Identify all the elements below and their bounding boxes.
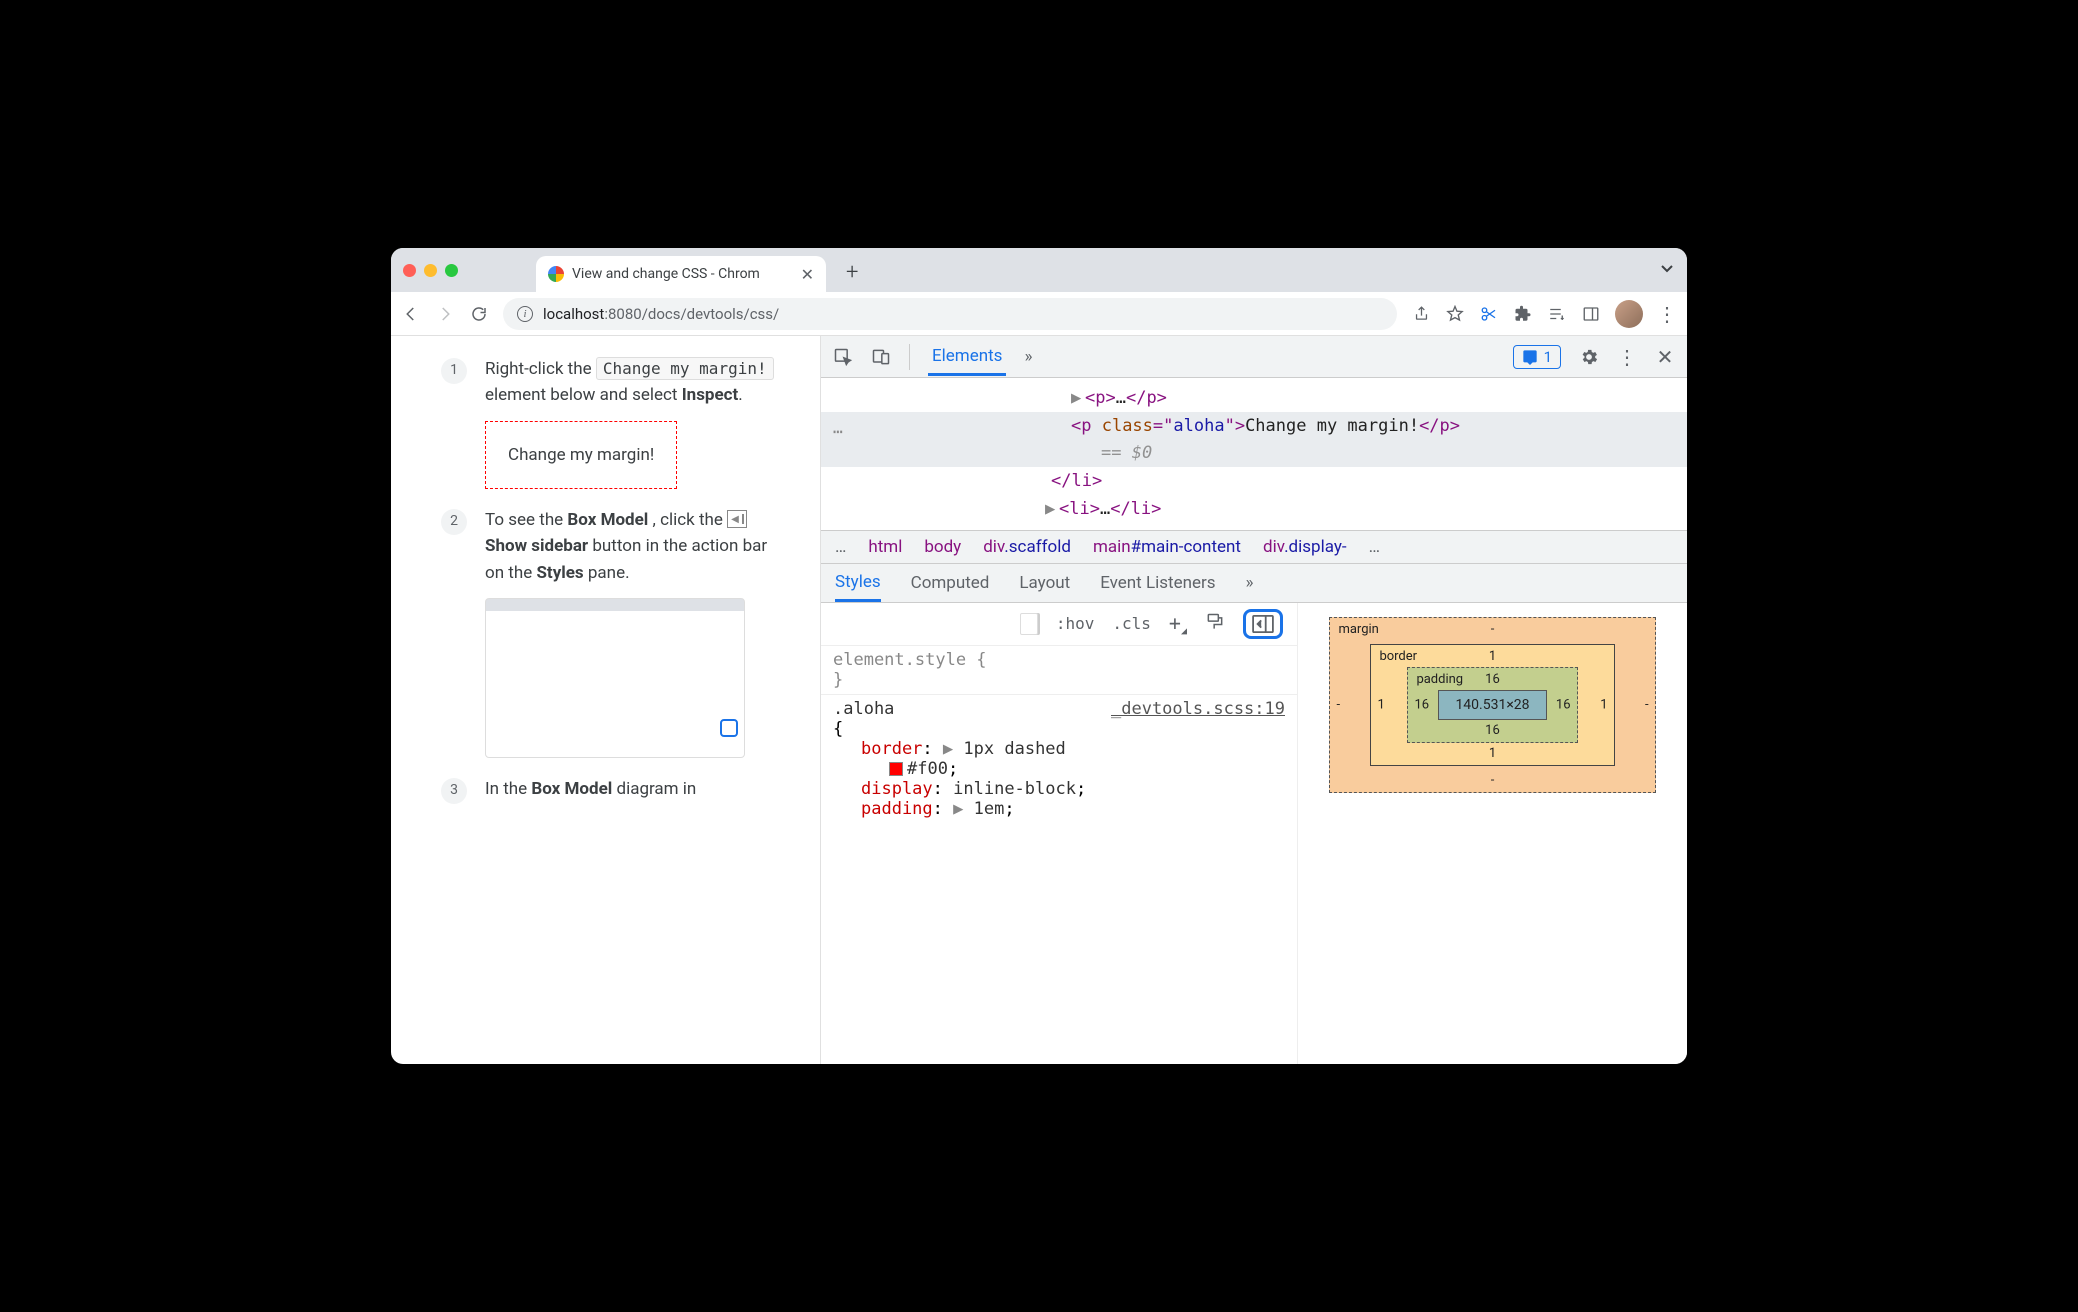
rule-element-style[interactable]: element.style { } xyxy=(821,646,1297,695)
step-body: In the Box Model diagram in xyxy=(485,776,696,804)
step-3: 3 In the Box Model diagram in xyxy=(441,776,790,804)
demo-element[interactable]: Change my margin! xyxy=(485,421,677,489)
crumb-overflow[interactable]: … xyxy=(1369,537,1380,557)
show-sidebar-button[interactable] xyxy=(1243,609,1283,639)
crumb-item[interactable]: body xyxy=(924,537,961,557)
browser-menu[interactable]: ⋮ xyxy=(1657,302,1677,326)
code-snippet: Change my margin! xyxy=(596,357,774,380)
styles-area: :hov .cls +◢ element.style { } xyxy=(821,603,1687,1064)
window-close[interactable] xyxy=(403,264,416,277)
paint-icon[interactable] xyxy=(1205,612,1225,636)
crumb-item[interactable]: div.scaffold xyxy=(983,537,1071,557)
subtab-styles[interactable]: Styles xyxy=(835,564,881,602)
bookmark-icon[interactable] xyxy=(1445,304,1465,324)
tab-elements[interactable]: Elements xyxy=(928,338,1006,376)
rule-aloha[interactable]: .aloha _devtools.scss:19 { border: ▶ 1px… xyxy=(821,695,1297,823)
chrome-favicon xyxy=(548,266,564,282)
box-model-diagram[interactable]: margin - - - - border 1 1 1 1 padding xyxy=(1297,603,1687,1064)
site-info-icon[interactable]: i xyxy=(517,306,533,322)
screenshot-thumbnail xyxy=(485,598,745,758)
crumb-item[interactable]: main#main-content xyxy=(1093,537,1241,557)
step-num: 2 xyxy=(441,509,467,535)
source-link[interactable]: _devtools.scss:19 xyxy=(1111,699,1285,719)
settings-icon[interactable] xyxy=(1579,347,1599,367)
styles-toolbar: :hov .cls +◢ xyxy=(821,603,1297,646)
music-icon[interactable] xyxy=(1547,304,1567,324)
cls-toggle[interactable]: .cls xyxy=(1112,614,1151,633)
box-model-content[interactable]: 140.531×28 xyxy=(1438,690,1546,720)
window-maximize[interactable] xyxy=(445,264,458,277)
color-swatch[interactable] xyxy=(889,762,903,776)
url-text: localhost:8080/docs/devtools/css/ xyxy=(543,305,779,323)
tab-close-icon[interactable]: ✕ xyxy=(801,265,814,284)
crumb-item[interactable]: html xyxy=(868,537,902,557)
extensions-icon[interactable] xyxy=(1513,304,1533,324)
styles-subtabs: Styles Computed Layout Event Listeners » xyxy=(821,563,1687,603)
crumb-overflow[interactable]: … xyxy=(835,537,846,557)
forward-button[interactable] xyxy=(435,304,455,324)
show-sidebar-icon xyxy=(727,510,747,528)
crumb-item[interactable]: div.display- xyxy=(1263,537,1347,557)
browser-toolbar: i localhost:8080/docs/devtools/css/ ⋮ xyxy=(391,292,1687,336)
dom-tree[interactable]: ▶<p>…</p> <p class="aloha">Change my mar… xyxy=(821,378,1687,530)
profile-avatar[interactable] xyxy=(1615,300,1643,328)
traffic-lights xyxy=(403,264,458,277)
browser-tab[interactable]: View and change CSS - Chrom ✕ xyxy=(536,256,826,292)
content-area: 1 Right-click the Change my margin! elem… xyxy=(391,336,1687,1064)
hov-toggle[interactable]: :hov xyxy=(1056,614,1095,633)
device-toggle-icon[interactable] xyxy=(871,347,891,367)
tab-strip: View and change CSS - Chrom ✕ + xyxy=(391,248,1687,292)
step-num: 3 xyxy=(441,778,467,804)
page-content: 1 Right-click the Change my margin! elem… xyxy=(391,336,821,1064)
more-tabs-icon[interactable]: » xyxy=(1024,347,1032,367)
filter-input[interactable] xyxy=(1020,613,1038,635)
step-1: 1 Right-click the Change my margin! elem… xyxy=(441,356,790,489)
step-num: 1 xyxy=(441,358,467,384)
subtab-layout[interactable]: Layout xyxy=(1019,573,1070,593)
window-minimize[interactable] xyxy=(424,264,437,277)
breadcrumb[interactable]: … html body div.scaffold main#main-conte… xyxy=(821,530,1687,563)
devtools-panel: Elements » 1 ⋮ ✕ ▶<p>…</p> <p class="alo… xyxy=(821,336,1687,1064)
devtools-close-icon[interactable]: ✕ xyxy=(1655,347,1675,367)
step-body: To see the Box Model , click the Show si… xyxy=(485,507,790,758)
selected-dom-node[interactable]: <p class="aloha">Change my margin!</p> =… xyxy=(821,412,1687,467)
reload-button[interactable] xyxy=(469,304,489,324)
tab-title: View and change CSS - Chrom xyxy=(572,266,760,282)
devtools-menu[interactable]: ⋮ xyxy=(1617,347,1637,367)
styles-rules: :hov .cls +◢ element.style { } xyxy=(821,603,1297,1064)
back-button[interactable] xyxy=(401,304,421,324)
sidepanel-icon[interactable] xyxy=(1581,304,1601,324)
step-2: 2 To see the Box Model , click the Show … xyxy=(441,507,790,758)
share-icon[interactable] xyxy=(1411,304,1431,324)
subtab-event-listeners[interactable]: Event Listeners xyxy=(1100,573,1215,593)
devtools-top-bar: Elements » 1 ⋮ ✕ xyxy=(821,336,1687,378)
new-tab-button[interactable]: + xyxy=(846,260,858,285)
address-bar[interactable]: i localhost:8080/docs/devtools/css/ xyxy=(503,298,1397,330)
subtab-computed[interactable]: Computed xyxy=(911,573,990,593)
window-menu-chevron[interactable] xyxy=(1659,260,1675,280)
scissors-icon[interactable] xyxy=(1479,304,1499,324)
step-body: Right-click the Change my margin! elemen… xyxy=(485,356,790,489)
browser-window: View and change CSS - Chrom ✕ + i localh… xyxy=(391,248,1687,1064)
new-rule-icon[interactable]: +◢ xyxy=(1169,611,1187,637)
more-subtabs-icon[interactable]: » xyxy=(1246,573,1254,593)
issues-badge[interactable]: 1 xyxy=(1513,345,1561,369)
inspect-icon[interactable] xyxy=(833,347,853,367)
